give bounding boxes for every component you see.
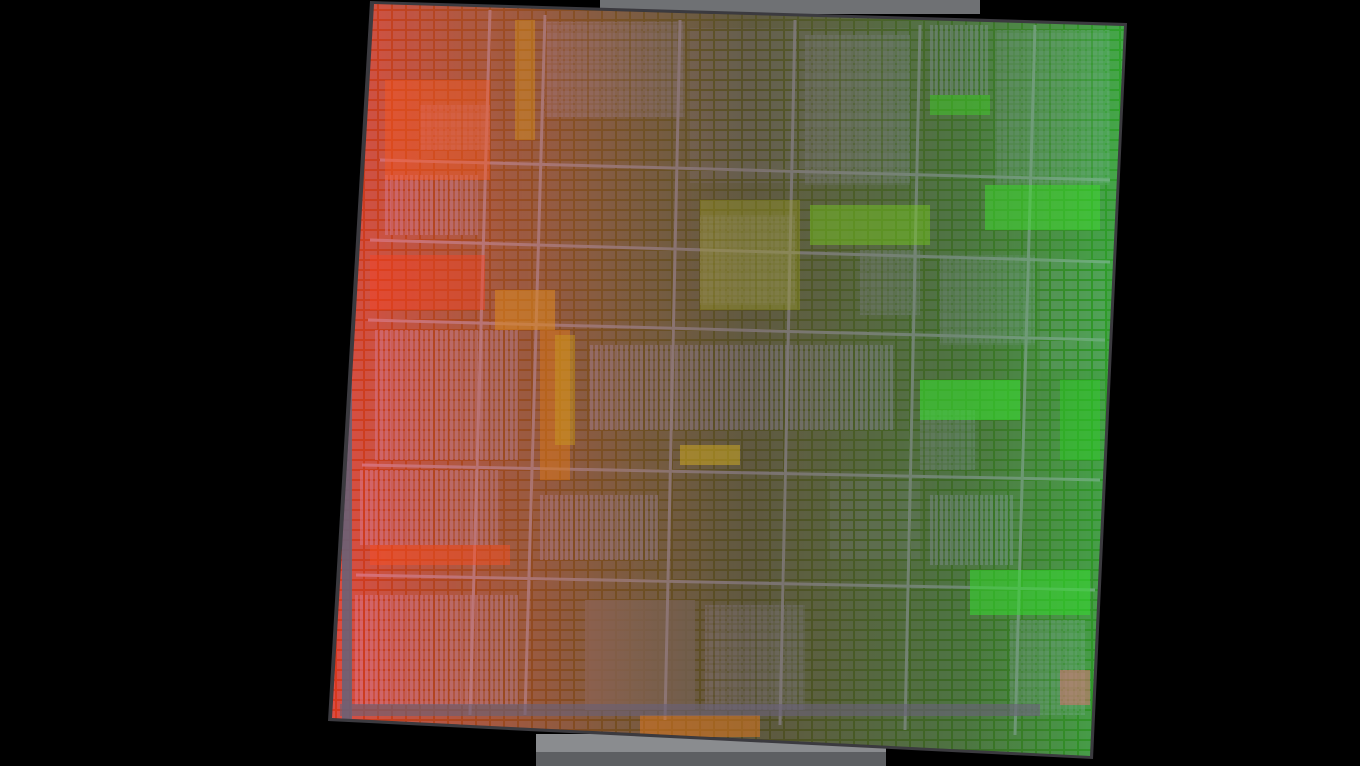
die-circuitry	[332, 4, 1124, 756]
die	[328, 1, 1127, 759]
die-photo-scene	[0, 0, 1360, 766]
holder-clip-bottom-shade	[536, 752, 886, 766]
